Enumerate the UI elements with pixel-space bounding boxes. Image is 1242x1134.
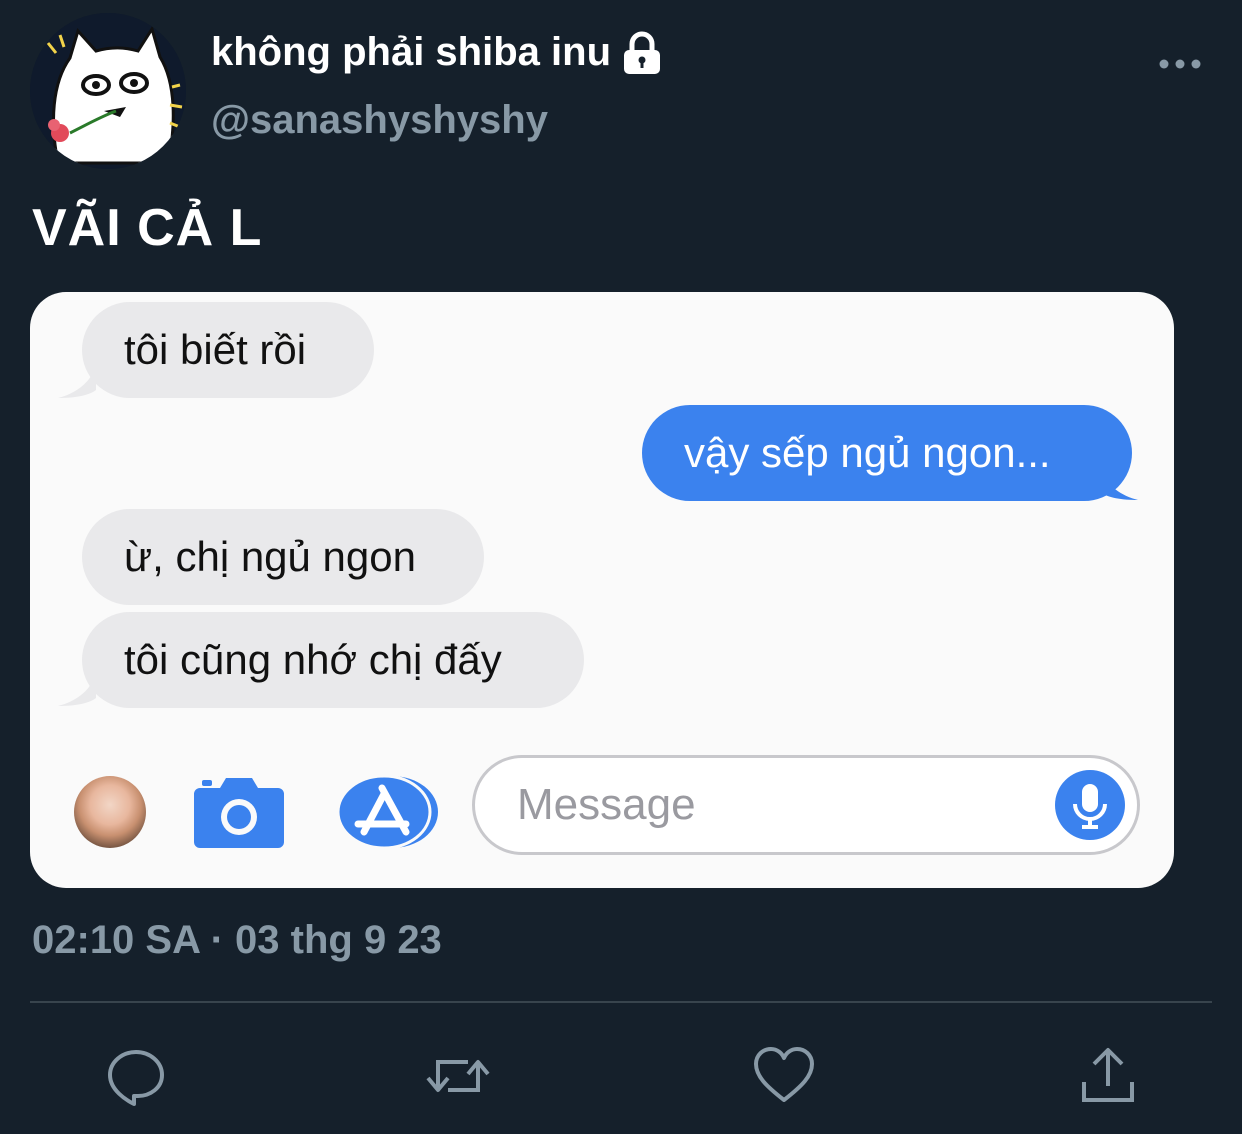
message-bubble-incoming: tôi biết rồi (82, 302, 374, 398)
like-icon[interactable] (752, 1044, 816, 1108)
reply-icon[interactable] (104, 1044, 168, 1108)
message-bubble-outgoing: vậy sếp ngủ ngon... (642, 405, 1132, 501)
message-input[interactable]: Message (472, 755, 1140, 855)
contact-avatar[interactable] (74, 776, 146, 848)
retweet-icon[interactable] (426, 1044, 490, 1108)
message-placeholder: Message (517, 780, 696, 829)
message-bubble-incoming: ừ, chị ngủ ngon (82, 509, 484, 605)
display-name-text: không phải shiba inu (211, 30, 611, 74)
tweet-media-image[interactable]: tôi biết rồi vậy sếp ngủ ngon... ừ, chị … (30, 292, 1174, 888)
display-name[interactable]: không phải shiba inu (211, 30, 663, 75)
lock-icon (621, 31, 663, 75)
user-handle[interactable]: @sanashyshyshy (211, 98, 548, 143)
user-avatar[interactable] (30, 13, 186, 169)
tweet-text: VÃI CẢ L (32, 199, 263, 257)
cartoon-cat-avatar-icon (30, 13, 186, 169)
microphone-icon[interactable] (1055, 770, 1125, 840)
message-bubble-incoming: tôi cũng nhớ chị đấy (82, 612, 584, 708)
camera-icon[interactable] (194, 774, 284, 848)
tweet-timestamp[interactable]: 02:10 SA · 03 thg 9 23 (32, 918, 442, 963)
more-options-icon[interactable] (1158, 56, 1202, 72)
divider (30, 1001, 1212, 1003)
app-store-icon[interactable] (336, 774, 438, 850)
share-icon[interactable] (1076, 1044, 1140, 1108)
